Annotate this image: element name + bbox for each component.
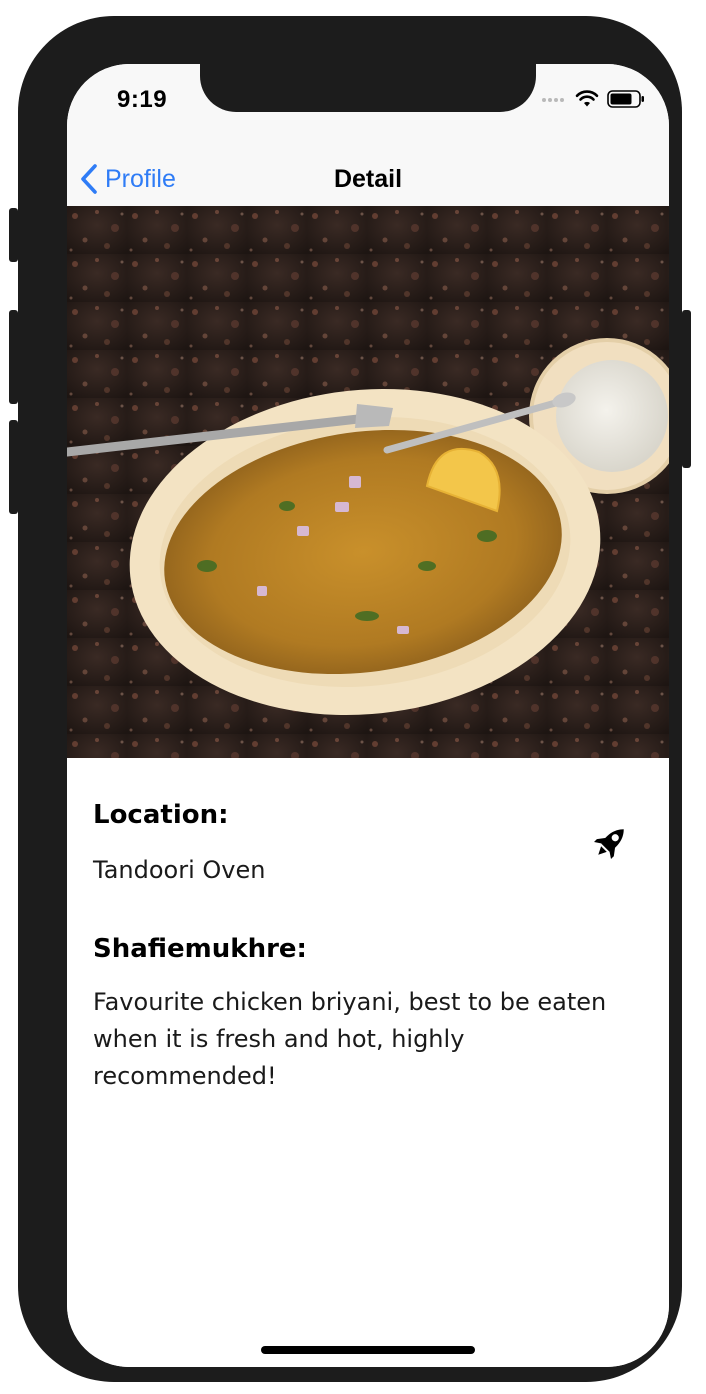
status-icons [541,90,645,108]
volume-up-button [9,310,18,404]
detail-content: Location: Tandoori Oven Shafiemukhre: Fa… [67,758,669,1367]
wifi-icon [575,90,599,107]
location-value: Tandoori Oven [93,856,266,884]
food-photo [67,206,669,758]
status-time: 9:19 [117,86,168,113]
volume-down-button [9,420,18,514]
battery-icon [607,90,644,108]
power-button [682,310,691,468]
home-indicator[interactable] [261,1346,475,1354]
silent-switch [9,208,18,262]
location-label: Location: [93,800,229,830]
food-photo-image [67,206,669,758]
navigation-bar: Profile Detail [67,152,669,207]
post-description: Favourite chicken briyani, best to be ea… [93,988,607,1090]
author-label: Shafiemukhre: [93,934,307,964]
rocket-icon [594,829,624,859]
rocket-button[interactable] [591,822,631,862]
back-button[interactable]: Profile [79,152,176,206]
back-button-label: Profile [105,164,176,193]
cellular-signal-icon [542,98,564,102]
chevron-left-icon [81,164,97,194]
phone-frame: 9:19 Profile Detail Location: Tandoori O… [9,16,691,1382]
screen: 9:19 Profile Detail Location: Tandoori O… [67,64,669,1367]
notch [200,64,536,112]
